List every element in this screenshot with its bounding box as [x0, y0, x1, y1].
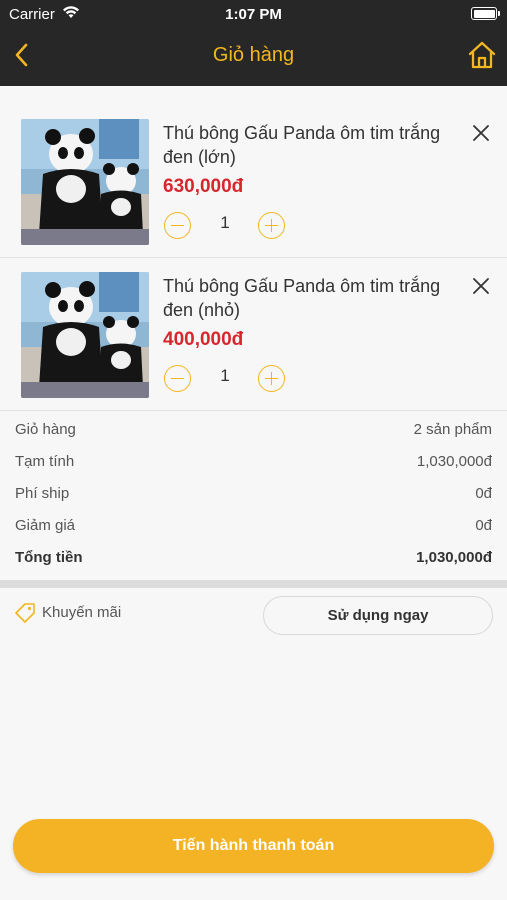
- checkout-button[interactable]: Tiến hành thanh toán: [13, 819, 494, 873]
- use-promo-button[interactable]: Sử dụng ngay: [263, 596, 493, 635]
- battery-icon: [471, 7, 500, 20]
- home-icon[interactable]: [467, 40, 497, 70]
- product-image[interactable]: [21, 272, 149, 398]
- summary-value: 1,030,000đ: [416, 549, 492, 566]
- product-name: Thú bông Gấu Panda ôm tim trắng đen (lớn…: [163, 123, 441, 167]
- summary-value: 2 sản phẩm: [413, 421, 492, 438]
- summary-label: Tạm tính: [15, 453, 75, 470]
- summary-label: Tổng tiền: [15, 549, 83, 566]
- summary-value: 0đ: [475, 485, 492, 502]
- status-bar: Carrier 1:07 PM: [0, 0, 507, 28]
- summary-row-discount: Giảm giá 0đ: [0, 509, 507, 541]
- close-icon[interactable]: [471, 123, 491, 143]
- top-bar: Carrier 1:07 PM Giỏ hàng: [0, 0, 507, 86]
- summary-label: Giảm giá: [15, 517, 76, 534]
- product-name: Thú bông Gấu Panda ôm tim trắng đen (nhỏ…: [163, 276, 441, 320]
- close-icon[interactable]: [471, 276, 491, 296]
- tag-icon: [15, 603, 35, 623]
- summary-row-cart: Giỏ hàng 2 sản phẩm: [0, 413, 507, 445]
- summary-row-shipping: Phí ship 0đ: [0, 477, 507, 509]
- promo-label: Khuyến mãi: [42, 604, 122, 621]
- quantity-value: 1: [220, 366, 230, 385]
- summary-row-subtotal: Tạm tính 1,030,000đ: [0, 445, 507, 477]
- summary-label: Giỏ hàng: [15, 421, 76, 438]
- cart-item: Thú bông Gấu Panda ôm tim trắng đen (lớn…: [0, 106, 507, 258]
- product-price: 630,000đ: [163, 176, 244, 197]
- summary-row-total: Tổng tiền 1,030,000đ: [0, 541, 507, 573]
- order-summary: Giỏ hàng 2 sản phẩm Tạm tính 1,030,000đ …: [0, 413, 507, 573]
- page-title: Giỏ hàng: [212, 44, 295, 66]
- cart-item: Thú bông Gấu Panda ôm tim trắng đen (nhỏ…: [0, 259, 507, 411]
- quantity-value: 1: [220, 213, 230, 232]
- product-image[interactable]: [21, 119, 149, 245]
- plus-icon[interactable]: [258, 212, 285, 239]
- minus-icon[interactable]: [164, 365, 191, 392]
- summary-label: Phí ship: [15, 485, 70, 502]
- summary-value: 1,030,000đ: [416, 453, 492, 470]
- product-price: 400,000đ: [163, 329, 244, 350]
- status-time: 1:07 PM: [225, 6, 282, 23]
- section-divider: [0, 580, 507, 588]
- plus-icon[interactable]: [258, 365, 285, 392]
- minus-icon[interactable]: [164, 212, 191, 239]
- summary-value: 0đ: [475, 517, 492, 534]
